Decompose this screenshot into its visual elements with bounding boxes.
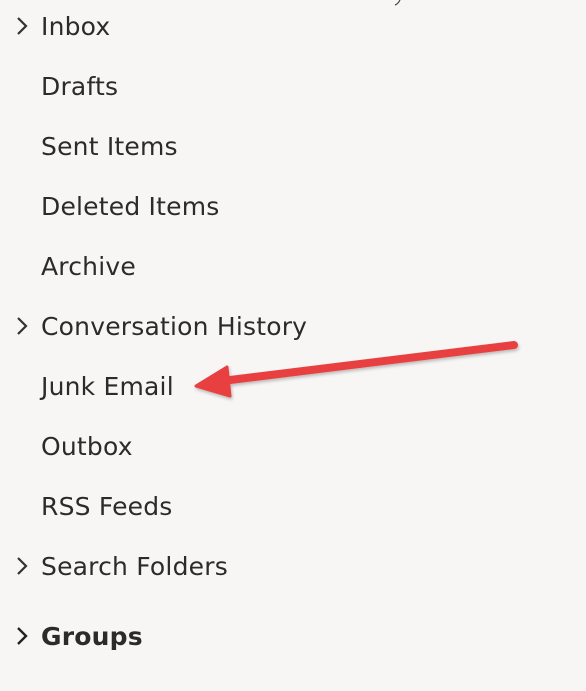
folder-conversation-history[interactable]: Conversation History bbox=[0, 301, 520, 351]
folder-rss-feeds[interactable]: RSS Feeds bbox=[0, 481, 520, 531]
chevron-right-icon[interactable] bbox=[14, 15, 30, 37]
folder-drafts[interactable]: Drafts bbox=[0, 61, 520, 111]
chevron-right-icon[interactable] bbox=[14, 555, 30, 577]
folder-label: Inbox bbox=[41, 11, 111, 41]
folder-label: Junk Email bbox=[41, 371, 174, 401]
groups-label: Groups bbox=[41, 621, 143, 651]
folder-deleted-items[interactable]: Deleted Items bbox=[0, 181, 520, 231]
folder-outbox[interactable]: Outbox bbox=[0, 421, 520, 471]
folder-label: RSS Feeds bbox=[41, 491, 173, 521]
folder-archive[interactable]: Archive bbox=[0, 241, 520, 291]
folder-label: Search Folders bbox=[41, 551, 228, 581]
folder-label: Archive bbox=[41, 251, 136, 281]
folder-junk-email[interactable]: Junk Email bbox=[0, 361, 520, 411]
folder-label: Outbox bbox=[41, 431, 133, 461]
folder-search-folders[interactable]: Search Folders bbox=[0, 541, 520, 591]
chevron-right-icon[interactable] bbox=[14, 315, 30, 337]
folder-inbox[interactable]: Inbox bbox=[0, 1, 520, 51]
folder-label: Drafts bbox=[41, 71, 119, 101]
folder-pane: Inbox Drafts Sent Items Deleted Items Ar… bbox=[0, 0, 586, 691]
groups-header[interactable]: Groups bbox=[0, 611, 520, 661]
chevron-right-icon[interactable] bbox=[14, 625, 30, 647]
folder-label: Deleted Items bbox=[41, 191, 220, 221]
folder-label: Conversation History bbox=[41, 311, 308, 341]
folder-label: Sent Items bbox=[41, 131, 178, 161]
folder-sent-items[interactable]: Sent Items bbox=[0, 121, 520, 171]
